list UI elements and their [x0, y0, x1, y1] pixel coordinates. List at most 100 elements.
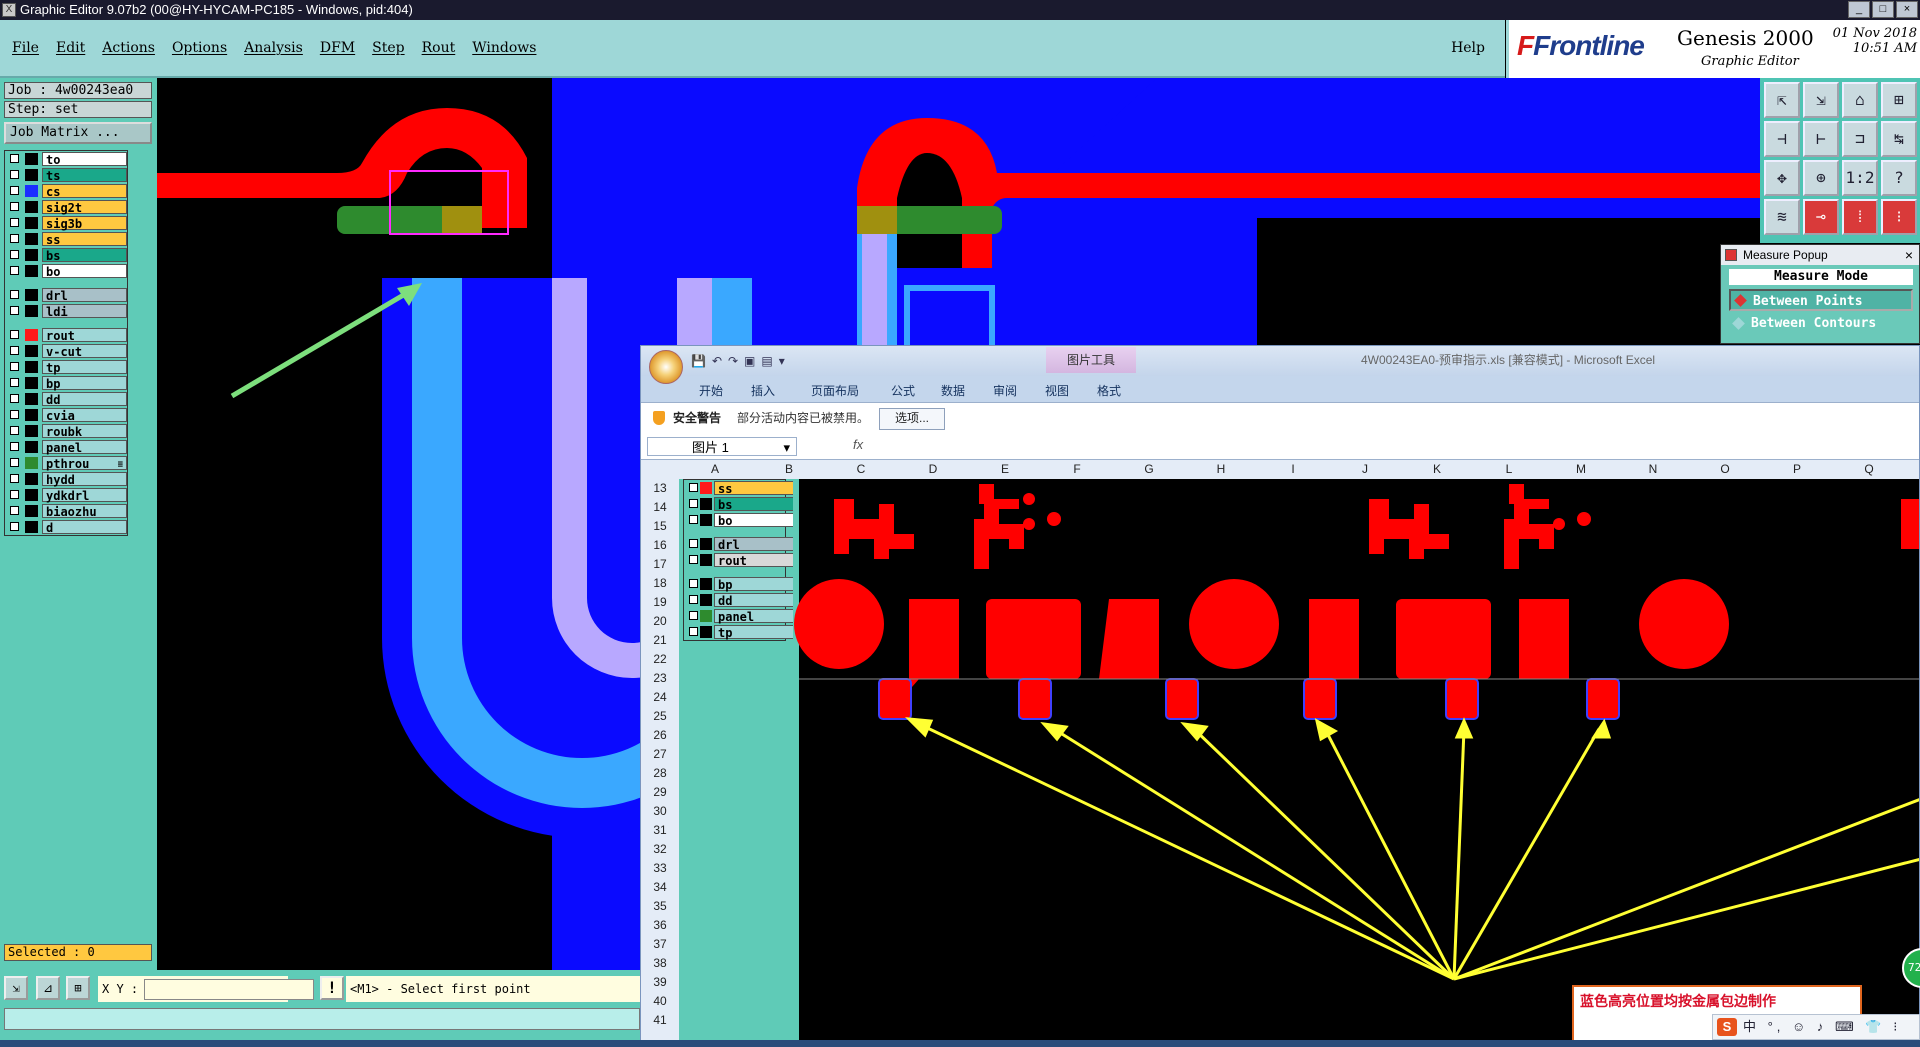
layer-row-hydd[interactable]: hydd — [5, 471, 127, 487]
layer-color-swatch[interactable] — [25, 361, 38, 373]
name-box[interactable]: 图片 1 ▾ — [647, 437, 797, 456]
column-header[interactable]: K — [1427, 462, 1447, 476]
row-header[interactable]: 21 — [641, 631, 679, 650]
layer-row-sig3b[interactable]: sig3b — [5, 215, 127, 231]
layer-name[interactable]: bp — [42, 376, 127, 391]
row-header[interactable]: 27 — [641, 745, 679, 764]
layer-color-swatch[interactable] — [25, 265, 38, 277]
ribbon-tab-4[interactable]: 公式 — [891, 382, 915, 399]
row-header[interactable]: 22 — [641, 650, 679, 669]
column-header[interactable]: G — [1139, 462, 1159, 476]
layer-row-tp[interactable]: tp — [5, 359, 127, 375]
menu-windows[interactable]: Windows — [472, 40, 536, 56]
layer-name[interactable]: sig3b — [42, 216, 127, 231]
maximize-button[interactable]: □ — [1872, 1, 1894, 18]
row-header[interactable]: 30 — [641, 802, 679, 821]
fx-icon[interactable]: fx — [853, 437, 863, 452]
layer-checkbox[interactable] — [10, 410, 19, 419]
layer-name[interactable]: rout — [42, 328, 127, 343]
tool-icon-11[interactable]: 1:2 — [1842, 160, 1878, 196]
layer-row-to[interactable]: to — [5, 151, 127, 167]
row-header[interactable]: 39 — [641, 973, 679, 992]
layer-row-sig2t[interactable]: sig2t — [5, 199, 127, 215]
layer-name[interactable]: tp — [42, 360, 127, 375]
layer-checkbox[interactable] — [10, 442, 19, 451]
tool-icon-5[interactable]: ⊣ — [1764, 121, 1800, 157]
layer-row-bs[interactable]: bs — [5, 247, 127, 263]
layer-checkbox[interactable] — [10, 290, 19, 299]
column-header[interactable]: L — [1499, 462, 1519, 476]
layer-checkbox[interactable] — [10, 362, 19, 371]
ribbon-tab-2[interactable]: 插入 — [751, 382, 775, 399]
layer-name[interactable]: v-cut — [42, 344, 127, 359]
layer-color-swatch[interactable] — [25, 329, 38, 341]
layer-row-ydkdrl[interactable]: ydkdrl — [5, 487, 127, 503]
layer-color-swatch[interactable] — [25, 153, 38, 165]
row-header[interactable]: 23 — [641, 669, 679, 688]
grid-icon[interactable]: ⊞ — [66, 976, 90, 1000]
menu-analysis[interactable]: Analysis — [244, 40, 303, 56]
layer-checkbox[interactable] — [10, 458, 19, 467]
layer-checkbox[interactable] — [10, 506, 19, 515]
tool-icon-14[interactable]: ⊸ — [1803, 199, 1839, 235]
layer-color-swatch[interactable] — [25, 489, 38, 501]
layer-checkbox[interactable] — [10, 490, 19, 499]
row-header[interactable]: 24 — [641, 688, 679, 707]
layer-name[interactable]: bo — [42, 264, 127, 279]
layer-name[interactable]: panel — [42, 440, 127, 455]
layer-checkbox[interactable] — [10, 426, 19, 435]
menu-actions[interactable]: Actions — [102, 40, 155, 56]
ribbon-tab-6[interactable]: 审阅 — [993, 382, 1017, 399]
tool-icon-1[interactable]: ⇱ — [1764, 82, 1800, 118]
menu-edit[interactable]: Edit — [56, 40, 85, 56]
layer-name[interactable]: ydkdrl — [42, 488, 127, 503]
row-header[interactable]: 38 — [641, 954, 679, 973]
row-header[interactable]: 18 — [641, 574, 679, 593]
column-header[interactable]: J — [1355, 462, 1375, 476]
layer-checkbox[interactable] — [10, 202, 19, 211]
close-button[interactable]: × — [1896, 1, 1918, 18]
layer-row-bo[interactable]: bo — [5, 263, 127, 279]
layer-color-swatch[interactable] — [25, 217, 38, 229]
row-header[interactable]: 35 — [641, 897, 679, 916]
row-header[interactable]: 36 — [641, 916, 679, 935]
layer-name[interactable]: ss — [42, 232, 127, 247]
tool-icon-10[interactable]: ⊕ — [1803, 160, 1839, 196]
tool-icon-16[interactable]: ⁝ — [1881, 199, 1917, 235]
tool-icon-3[interactable]: ⌂ — [1842, 82, 1878, 118]
menu-dfm[interactable]: DFM — [320, 40, 355, 56]
measure-popup-close-button[interactable]: × — [1905, 245, 1913, 265]
layer-color-swatch[interactable] — [25, 521, 38, 533]
layer-name[interactable]: cvia — [42, 408, 127, 423]
layer-name[interactable]: hydd — [42, 472, 127, 487]
layer-row-pthrou[interactable]: pthrou ≡ — [5, 455, 127, 471]
layer-name[interactable]: ldi — [42, 304, 127, 319]
layer-color-swatch[interactable] — [25, 505, 38, 517]
layer-name[interactable]: to — [42, 152, 127, 167]
layer-name[interactable]: pthrou ≡ — [42, 456, 127, 471]
layer-checkbox[interactable] — [10, 394, 19, 403]
layer-color-swatch[interactable] — [25, 201, 38, 213]
ribbon-tab-8[interactable]: 格式 — [1097, 382, 1121, 399]
row-header[interactable]: 20 — [641, 612, 679, 631]
layer-name[interactable]: biaozhu — [42, 504, 127, 519]
layer-color-swatch[interactable] — [25, 457, 38, 469]
minimize-button[interactable]: _ — [1848, 1, 1870, 18]
layer-checkbox[interactable] — [10, 170, 19, 179]
row-header[interactable]: 13 — [641, 479, 679, 498]
row-header[interactable]: 17 — [641, 555, 679, 574]
row-header[interactable]: 15 — [641, 517, 679, 536]
ime-tools[interactable]: 中 °, ☺ ♪ ⌨ 👕 ⁝ — [1743, 1015, 1901, 1039]
layer-checkbox[interactable] — [10, 330, 19, 339]
layer-color-swatch[interactable] — [25, 169, 38, 181]
menu-rout[interactable]: Rout — [422, 40, 456, 56]
layer-color-swatch[interactable] — [25, 425, 38, 437]
zoom-fit-icon[interactable]: ⇲ — [4, 976, 28, 1000]
layer-checkbox[interactable] — [10, 266, 19, 275]
layer-color-swatch[interactable] — [25, 185, 38, 197]
column-header[interactable]: B — [779, 462, 799, 476]
layer-row-cvia[interactable]: cvia — [5, 407, 127, 423]
layer-color-swatch[interactable] — [25, 377, 38, 389]
row-header[interactable]: 14 — [641, 498, 679, 517]
layer-color-swatch[interactable] — [25, 289, 38, 301]
